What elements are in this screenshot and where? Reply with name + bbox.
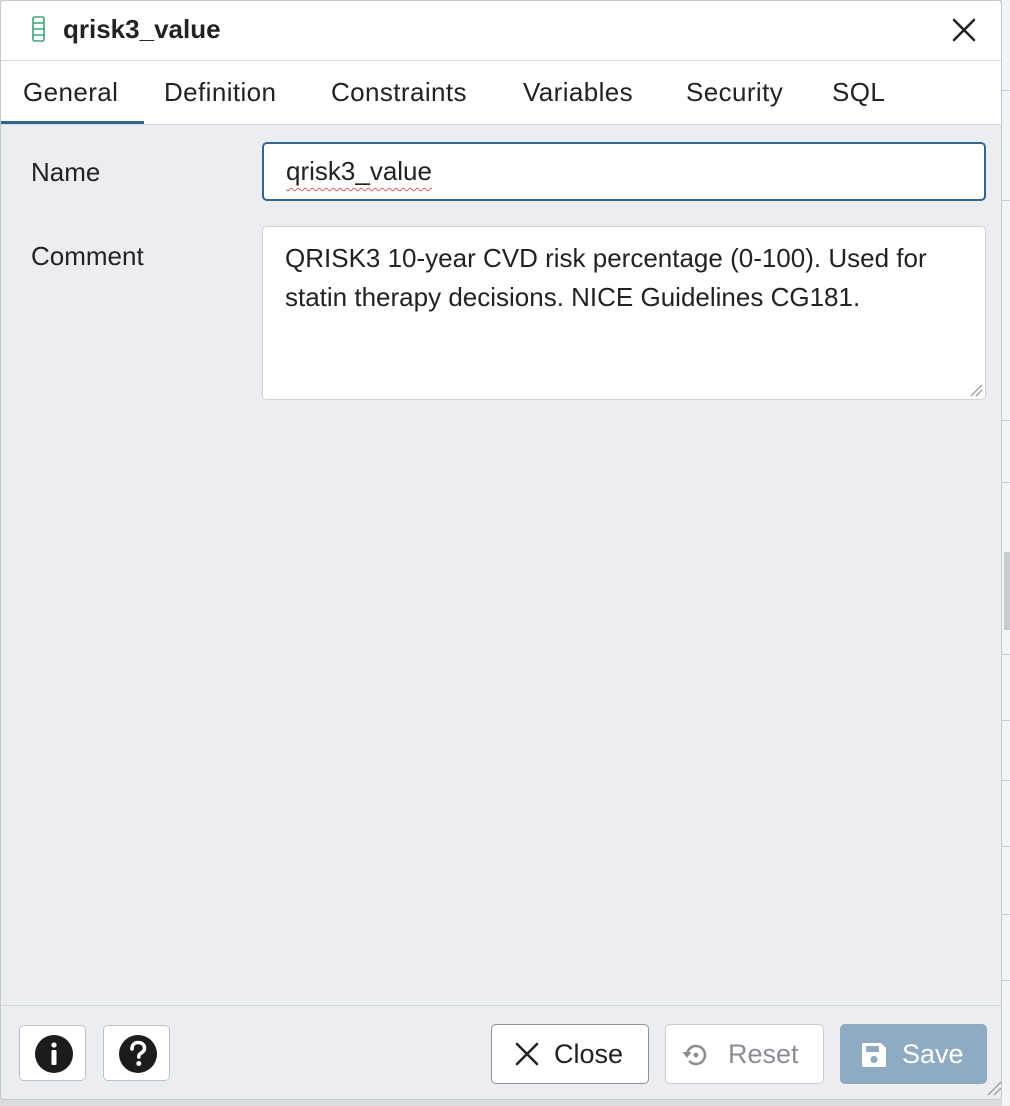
column-properties-dialog: qrisk3_value General Definition Constrai… bbox=[0, 0, 1002, 1100]
close-icon bbox=[515, 1042, 539, 1066]
name-input[interactable]: qrisk3_value bbox=[262, 142, 986, 201]
resize-grip-icon[interactable] bbox=[969, 383, 983, 397]
background-app-edge bbox=[1002, 0, 1010, 1106]
close-icon[interactable] bbox=[949, 15, 979, 45]
tab-definition[interactable]: Definition bbox=[164, 61, 276, 124]
tab-general[interactable]: General bbox=[1, 61, 144, 124]
tab-constraints[interactable]: Constraints bbox=[331, 61, 467, 124]
info-icon bbox=[35, 1035, 73, 1073]
save-icon bbox=[862, 1043, 886, 1067]
close-button-label: Close bbox=[554, 1039, 624, 1069]
reset-button[interactable]: Reset bbox=[665, 1024, 824, 1084]
dialog-title: qrisk3_value bbox=[63, 14, 221, 44]
dialog-footer: Close Reset Save bbox=[1, 1005, 1001, 1099]
reset-button-label: Reset bbox=[728, 1039, 799, 1069]
tab-sql[interactable]: SQL bbox=[832, 61, 885, 124]
tab-bar: General Definition Constraints Variables… bbox=[1, 61, 1001, 125]
help-button[interactable] bbox=[103, 1025, 170, 1081]
tab-variables[interactable]: Variables bbox=[523, 61, 633, 124]
table-column-icon bbox=[32, 16, 45, 42]
tab-security[interactable]: Security bbox=[686, 61, 783, 124]
comment-label: Comment bbox=[31, 241, 144, 271]
save-button[interactable]: Save bbox=[840, 1024, 987, 1084]
name-label: Name bbox=[31, 157, 101, 187]
dialog-resize-grip-icon[interactable] bbox=[986, 1080, 1002, 1096]
comment-textarea-value: QRISK3 10-year CVD risk percentage (0-10… bbox=[285, 243, 927, 312]
save-button-label: Save bbox=[902, 1039, 964, 1069]
comment-textarea[interactable]: QRISK3 10-year CVD risk percentage (0-10… bbox=[262, 226, 986, 400]
reset-icon bbox=[682, 1044, 707, 1066]
info-button[interactable] bbox=[19, 1025, 86, 1081]
dialog-header: qrisk3_value bbox=[1, 1, 1001, 61]
close-button[interactable]: Close bbox=[491, 1024, 649, 1084]
help-icon bbox=[119, 1035, 157, 1073]
name-input-value: qrisk3_value bbox=[286, 156, 432, 186]
